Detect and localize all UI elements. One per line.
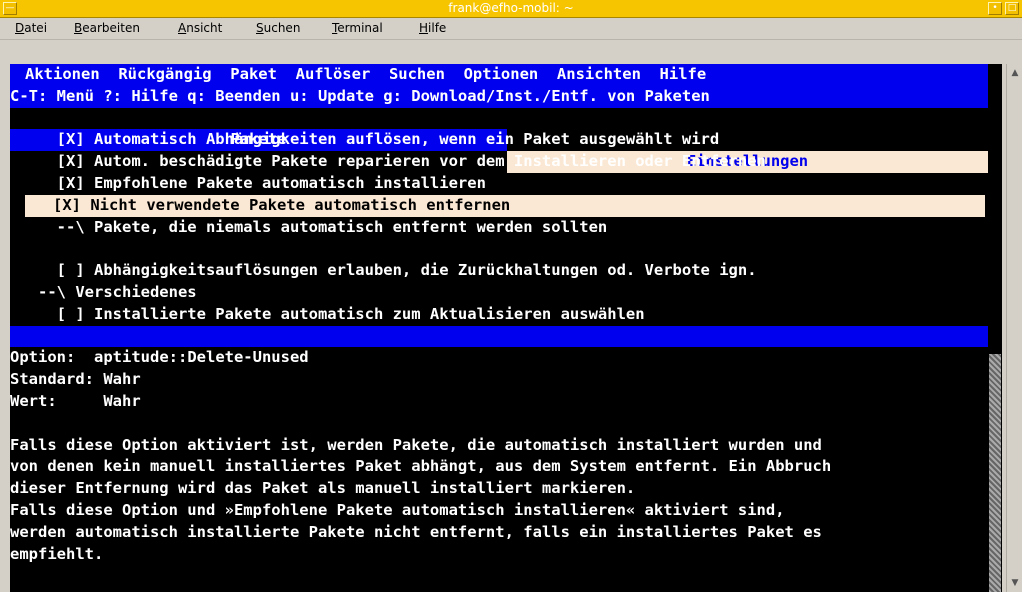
window-titlebar[interactable]: — frank@efho-mobil: ~ • □ xyxy=(0,0,1022,18)
scroll-down-icon[interactable]: ▼ xyxy=(1008,576,1022,590)
detail-default-line: Standard: Wahr xyxy=(10,370,141,389)
description-line: werden automatisch installierte Pakete n… xyxy=(10,522,822,541)
option-row-blank xyxy=(10,238,988,260)
window-scrollbar[interactable]: ▲ ▼ xyxy=(1006,64,1022,592)
option-row-selected[interactable]: [X] Nicht verwendete Pakete automatisch … xyxy=(10,194,988,217)
aptitude-scroll-thumb[interactable] xyxy=(989,354,1001,592)
aptitude-status-line: C-T: Menü ?: Hilfe q: Beenden u: Update … xyxy=(10,85,988,108)
aptitude-menu-text[interactable]: Aktionen Rückgängig Paket Auflöser Suche… xyxy=(10,65,706,83)
description-line: Falls diese Option und »Empfohlene Paket… xyxy=(10,501,785,519)
menu-hilfe[interactable]: Hilfe xyxy=(419,21,446,35)
menu-terminal[interactable]: Terminal xyxy=(332,21,383,35)
aptitude-menu-bar[interactable]: Aktionen Rückgängig Paket Auflöser Suche… xyxy=(10,64,988,86)
menu-datei[interactable]: Datei xyxy=(15,21,47,35)
window-title: frank@efho-mobil: ~ xyxy=(448,1,574,15)
aptitude-separator-bar xyxy=(10,325,988,348)
option-row[interactable]: --\ Pakete, die niemals automatisch entf… xyxy=(10,217,988,239)
gnome-terminal-menubar: Datei Bearbeiten Ansicht Suchen Terminal… xyxy=(0,18,1022,40)
detail-value-line: Wert: Wahr xyxy=(10,392,141,410)
option-row[interactable]: [X] Autom. beschädigte Pakete reparieren… xyxy=(10,151,988,173)
menu-suchen[interactable]: Suchen xyxy=(256,21,300,35)
aptitude-screen[interactable]: Aktionen Rückgängig Paket Auflöser Suche… xyxy=(10,64,988,592)
detail-option-line: Option: aptitude::Delete-Unused xyxy=(10,348,309,367)
option-row[interactable]: [ ] Abhängigkeitsauflösungen erlauben, d… xyxy=(10,260,988,282)
menu-ansicht[interactable]: Ansicht xyxy=(178,21,222,35)
menu-bearbeiten[interactable]: Bearbeiten xyxy=(74,21,140,35)
description-line: empfiehlt. xyxy=(10,544,104,563)
scroll-up-icon[interactable]: ▲ xyxy=(1008,66,1022,80)
maximize-button[interactable]: □ xyxy=(1005,2,1019,15)
option-row[interactable]: [X] Empfohlene Pakete automatisch instal… xyxy=(10,173,988,195)
aptitude-tab-bar: Pakete Einstellungen xyxy=(10,108,988,173)
option-row[interactable]: [ ] Installierte Pakete automatisch zum … xyxy=(10,304,988,326)
description-line: von denen kein manuell installiertes Pak… xyxy=(10,457,832,476)
aptitude-detail-scrollbar[interactable] xyxy=(988,64,1002,592)
description-line: dieser Entfernung wird das Paket als man… xyxy=(10,479,636,498)
option-row[interactable]: [X] Automatisch Abhängigkeiten auflösen,… xyxy=(10,129,988,151)
option-group-row[interactable]: --\ Verschiedenes xyxy=(10,282,988,304)
minimize-button[interactable]: • xyxy=(988,2,1002,15)
description-line: Falls diese Option aktiviert ist, werden… xyxy=(10,435,822,454)
